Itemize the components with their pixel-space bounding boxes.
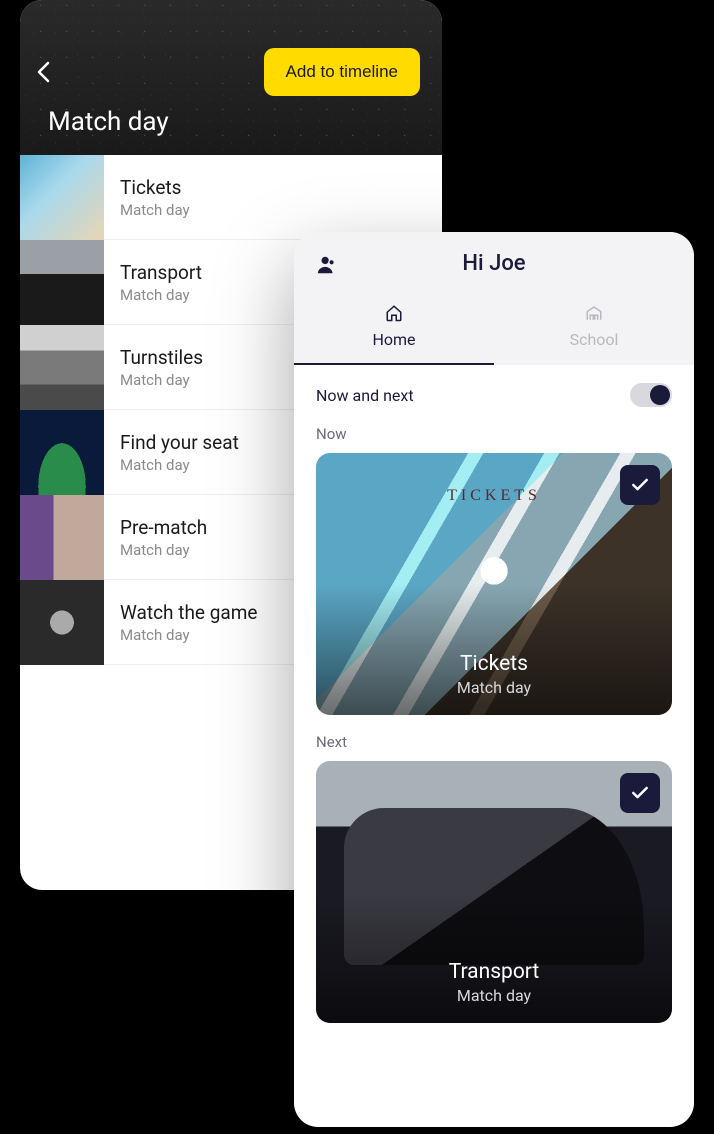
thumbnail-tickets: [20, 155, 104, 240]
thumbnail-watch: [20, 580, 104, 665]
hero-header: Add to timeline Match day: [20, 0, 442, 155]
ticket-graphic-text: TICKETS: [316, 487, 672, 505]
list-item-title: Tickets: [120, 176, 190, 199]
card-check-button[interactable]: [620, 465, 660, 505]
list-item-sub: Match day: [120, 456, 239, 474]
list-item-sub: Match day: [120, 371, 203, 389]
thumbnail-prematch: [20, 495, 104, 580]
back-icon[interactable]: [36, 60, 50, 90]
page-title: Match day: [48, 107, 169, 137]
list-item-title: Turnstiles: [120, 346, 203, 369]
greeting-title: Hi Joe: [462, 251, 525, 276]
dashboard-body: Now and next Now TICKETS Tickets Match d…: [294, 365, 694, 1127]
section-next-label: Next: [316, 733, 672, 751]
tab-label: School: [570, 330, 619, 349]
now-next-row: Now and next: [316, 383, 672, 407]
dashboard-header: Hi Joe Home School: [294, 232, 694, 365]
add-to-timeline-button[interactable]: Add to timeline: [264, 48, 420, 96]
next-card-transport[interactable]: Transport Match day: [316, 761, 672, 1023]
list-item-sub: Match day: [120, 541, 207, 559]
tab-bar: Home School: [294, 294, 694, 365]
list-item-title: Find your seat: [120, 431, 239, 454]
thumbnail-transport: [20, 240, 104, 325]
card-title: Transport: [449, 960, 540, 984]
thumbnail-turnstiles: [20, 325, 104, 410]
card-sub: Match day: [457, 678, 531, 697]
section-now-label: Now: [316, 425, 672, 443]
thumbnail-seat: [20, 410, 104, 495]
list-item-sub: Match day: [120, 201, 190, 219]
home-icon: [385, 304, 403, 326]
list-item-title: Transport: [120, 261, 202, 284]
list-item-title: Watch the game: [120, 601, 257, 624]
tab-home[interactable]: Home: [294, 294, 494, 365]
list-item-tickets[interactable]: Tickets Match day: [20, 155, 442, 240]
card-check-button[interactable]: [620, 773, 660, 813]
profile-icon[interactable]: [316, 254, 338, 282]
toggle-knob: [650, 385, 670, 405]
now-next-label: Now and next: [316, 386, 414, 405]
list-item-sub: Match day: [120, 286, 202, 304]
tab-label: Home: [372, 330, 415, 349]
school-icon: [585, 304, 603, 326]
home-dashboard-screen: Hi Joe Home School Now and next: [294, 232, 694, 1127]
now-card-tickets[interactable]: TICKETS Tickets Match day: [316, 453, 672, 715]
list-item-sub: Match day: [120, 626, 257, 644]
card-title: Tickets: [460, 652, 528, 676]
card-sub: Match day: [457, 986, 531, 1005]
tab-school[interactable]: School: [494, 294, 694, 365]
now-next-toggle[interactable]: [630, 383, 672, 407]
list-item-title: Pre-match: [120, 516, 207, 539]
